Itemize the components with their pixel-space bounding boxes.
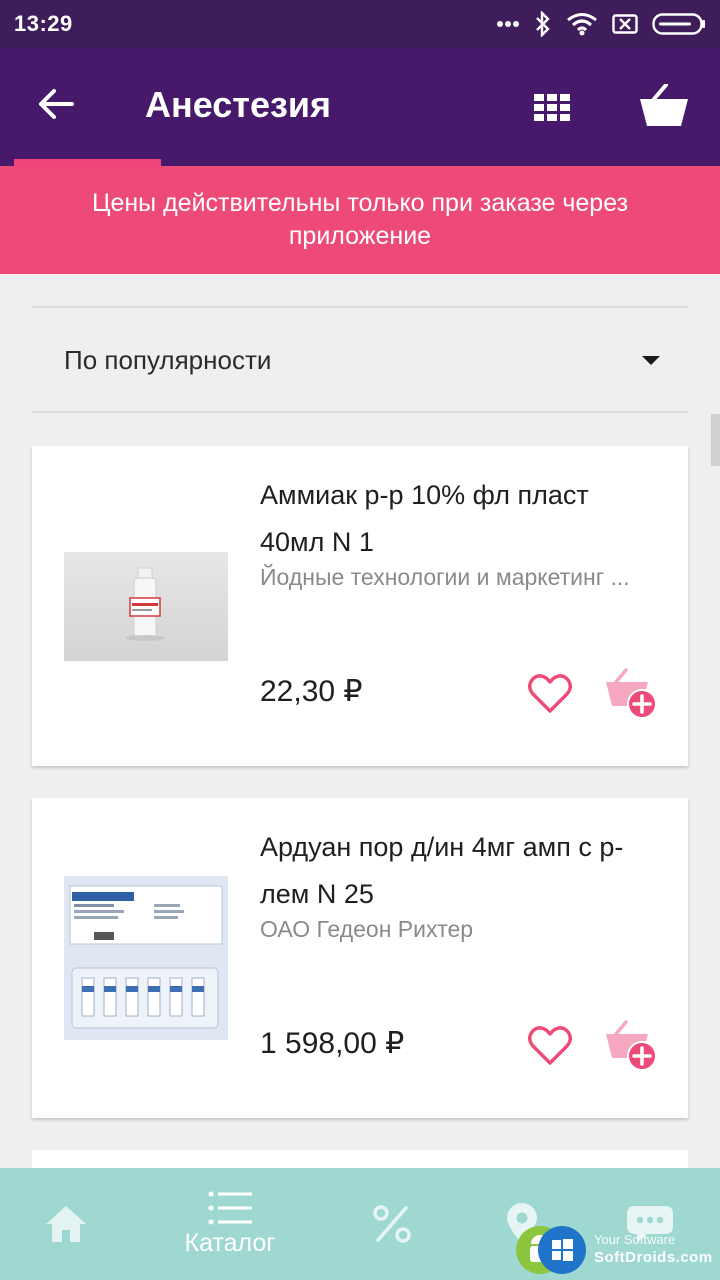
nav-discounts[interactable] — [322, 1168, 462, 1280]
wifi-icon — [566, 12, 598, 36]
scrollbar-thumb[interactable] — [711, 414, 720, 466]
price-notice-banner: Цены действительны только при заказе чер… — [0, 166, 720, 274]
add-to-basket-icon — [606, 1020, 657, 1071]
status-bar: 13:29 — [0, 0, 720, 48]
product-image — [64, 552, 228, 661]
favorite-button[interactable] — [526, 670, 574, 718]
nav-home[interactable] — [0, 1168, 136, 1280]
nav-catalog[interactable]: Каталог — [160, 1168, 300, 1280]
heart-icon — [528, 674, 572, 713]
product-manufacturer: ОАО Гедеон Рихтер — [260, 916, 474, 942]
sort-select[interactable]: По популярности — [32, 308, 688, 412]
add-to-basket-icon — [606, 668, 657, 719]
add-to-cart-button[interactable] — [604, 668, 662, 724]
watermark: Your Software SoftDroids.com — [516, 1222, 716, 1276]
favorite-button[interactable] — [526, 1022, 574, 1070]
grid-view-button[interactable] — [528, 84, 576, 132]
grid-icon — [534, 94, 570, 121]
softdroids-logo — [516, 1226, 586, 1274]
product-image — [64, 876, 228, 1040]
tab-indicator — [14, 159, 161, 166]
banner-text: Цены действительны только при заказе чер… — [91, 189, 629, 250]
home-icon — [46, 1206, 86, 1242]
page-title: Анестезия — [145, 84, 331, 125]
product-card[interactable]: Ардуан пор д/ин 4мг амп с р-лем N 25 ОАО… — [32, 798, 688, 1118]
sim-off-icon — [612, 14, 638, 34]
arrow-back-icon — [39, 89, 74, 119]
product-manufacturer: Йодные технологии и маркетинг ... — [260, 564, 630, 590]
status-icons — [496, 11, 706, 37]
divider — [32, 411, 688, 413]
nav-catalog-label: Каталог — [184, 1228, 276, 1257]
list-icon — [208, 1191, 252, 1224]
product-price: 22,30 ₽ — [260, 675, 363, 708]
basket-icon — [640, 84, 688, 126]
heart-icon — [528, 1026, 572, 1065]
back-button[interactable] — [30, 78, 82, 130]
dropdown-arrow-icon — [642, 355, 660, 365]
bluetooth-icon — [534, 11, 552, 37]
product-price: 1 598,00 ₽ — [260, 1027, 405, 1060]
product-card[interactable]: Аммиак р-р 10% фл пласт 40мл N 1 Йодные … — [32, 446, 688, 766]
watermark-line1: Your Software — [594, 1232, 676, 1247]
battery-icon — [652, 13, 706, 35]
status-time: 13:29 — [14, 11, 73, 36]
add-to-cart-button[interactable] — [604, 1020, 662, 1076]
product-name[interactable]: Аммиак р-р 10% фл пласт 40мл N 1 — [260, 472, 660, 566]
watermark-line2: SoftDroids.com — [594, 1249, 713, 1266]
percent-icon — [373, 1205, 411, 1243]
sort-selected-value: По популярности — [64, 344, 272, 375]
cart-button[interactable] — [632, 78, 696, 134]
product-name[interactable]: Ардуан пор д/ин 4мг амп с р-лем N 25 — [260, 824, 660, 918]
app-bar: Анестезия — [0, 48, 720, 166]
more-dots-icon — [496, 20, 520, 28]
